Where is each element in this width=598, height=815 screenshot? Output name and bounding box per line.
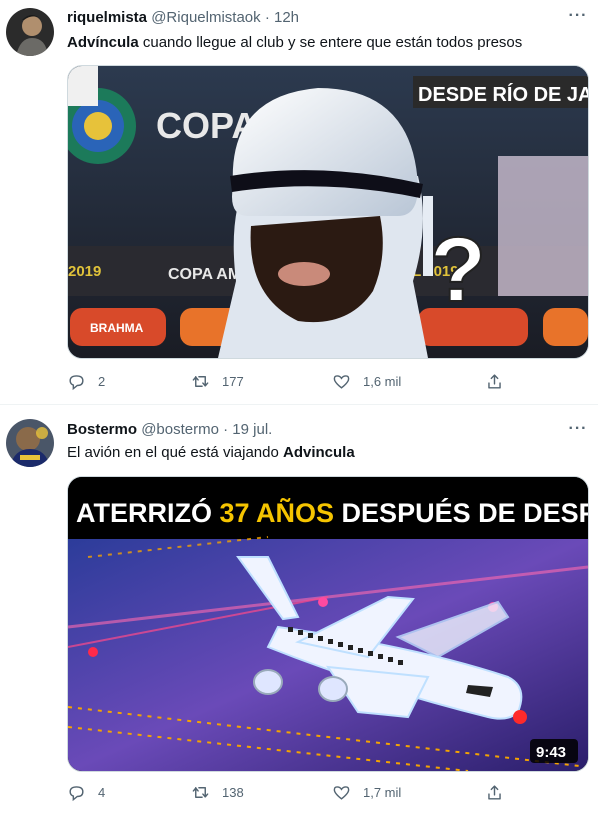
question-mark: ? (430, 219, 486, 321)
handle[interactable]: @bostermo (141, 421, 219, 438)
like-icon (333, 786, 350, 800)
share-icon (488, 785, 501, 800)
avatar[interactable] (6, 8, 54, 56)
tweet-text: Advíncula cuando llegue al club y se ent… (67, 33, 522, 53)
tweet[interactable]: Bostermo @bostermo · 19 jul. ··· El avió… (0, 404, 598, 815)
more-icon[interactable]: ··· (568, 8, 588, 30)
retweet-icon (192, 787, 209, 798)
tweet-image[interactable]: COPA 2019 COPA AM SIL 2019 DESDE RÍO DE … (67, 65, 589, 359)
like-icon (333, 375, 350, 389)
retweet-icon (192, 376, 209, 387)
banner-text: DESDE RÍO DE JA (418, 83, 588, 106)
tweet-text: El avión en el qué está viajando Advincu… (67, 443, 355, 463)
like-count: 1,7 mil (363, 785, 402, 800)
headline-part-b: 37 AÑOS (220, 497, 335, 528)
copa-am-text: COPA AM (168, 266, 241, 283)
retweet-count: 177 (222, 374, 244, 389)
timestamp[interactable]: 19 jul. (232, 421, 272, 438)
action-bar: 4 138 1,7 mil (67, 783, 507, 803)
separator: · (264, 9, 270, 26)
retweet-button[interactable]: 177 (191, 372, 244, 391)
video-thumbnail[interactable]: ATERRIZÓ 37 AÑOS DESPUÉS DE DESPEGAR (67, 476, 589, 772)
like-count: 1,6 mil (363, 374, 402, 389)
tweet-text-rest: El avión en el qué está viajando (67, 444, 283, 461)
share-button[interactable] (485, 372, 516, 391)
tweet[interactable]: riquelmista @Riquelmistaok · 12h ··· Adv… (0, 0, 598, 404)
retweet-button[interactable]: 138 (191, 783, 244, 802)
display-name[interactable]: Bostermo (67, 421, 137, 438)
reply-icon (69, 786, 84, 802)
year-left-text: 2019 (68, 263, 101, 280)
mention-bold: Advincula (282, 444, 355, 461)
like-button[interactable]: 1,7 mil (332, 783, 401, 802)
video-duration: 9:43 (536, 744, 566, 761)
separator: · (223, 421, 229, 438)
svg-text:ATERRIZÓ 37 AÑOS DESPUÉS DE DE: ATERRIZÓ 37 AÑOS DESPUÉS DE DESPEGAR (76, 497, 588, 528)
tweet-text-rest: cuando llegue al club y se entere que es… (138, 34, 523, 51)
avatar[interactable] (6, 419, 54, 467)
action-bar: 2 177 1,6 mil (67, 372, 507, 392)
reply-count: 4 (98, 785, 106, 800)
tweet-header: Bostermo @bostermo · 19 jul. (67, 421, 272, 438)
more-icon[interactable]: ··· (568, 421, 588, 443)
reply-icon (69, 375, 84, 391)
brahma-text: BRAHMA (90, 321, 144, 335)
display-name[interactable]: riquelmista (67, 9, 147, 26)
tweet-header: riquelmista @Riquelmistaok · 12h (67, 9, 299, 26)
share-icon (488, 374, 501, 389)
share-button[interactable] (485, 783, 516, 802)
reply-button[interactable]: 2 (67, 372, 105, 391)
headline-part-c: DESPUÉS DE DESPEGAR (334, 497, 588, 528)
timestamp[interactable]: 12h (274, 9, 299, 26)
like-button[interactable]: 1,6 mil (332, 372, 401, 391)
headline-part-a: ATERRIZÓ (76, 497, 220, 528)
reply-count: 2 (98, 374, 106, 389)
mention-bold: Advíncula (67, 34, 139, 51)
retweet-count: 138 (222, 785, 244, 800)
reply-button[interactable]: 4 (67, 783, 105, 802)
handle[interactable]: @Riquelmistaok (151, 9, 260, 26)
